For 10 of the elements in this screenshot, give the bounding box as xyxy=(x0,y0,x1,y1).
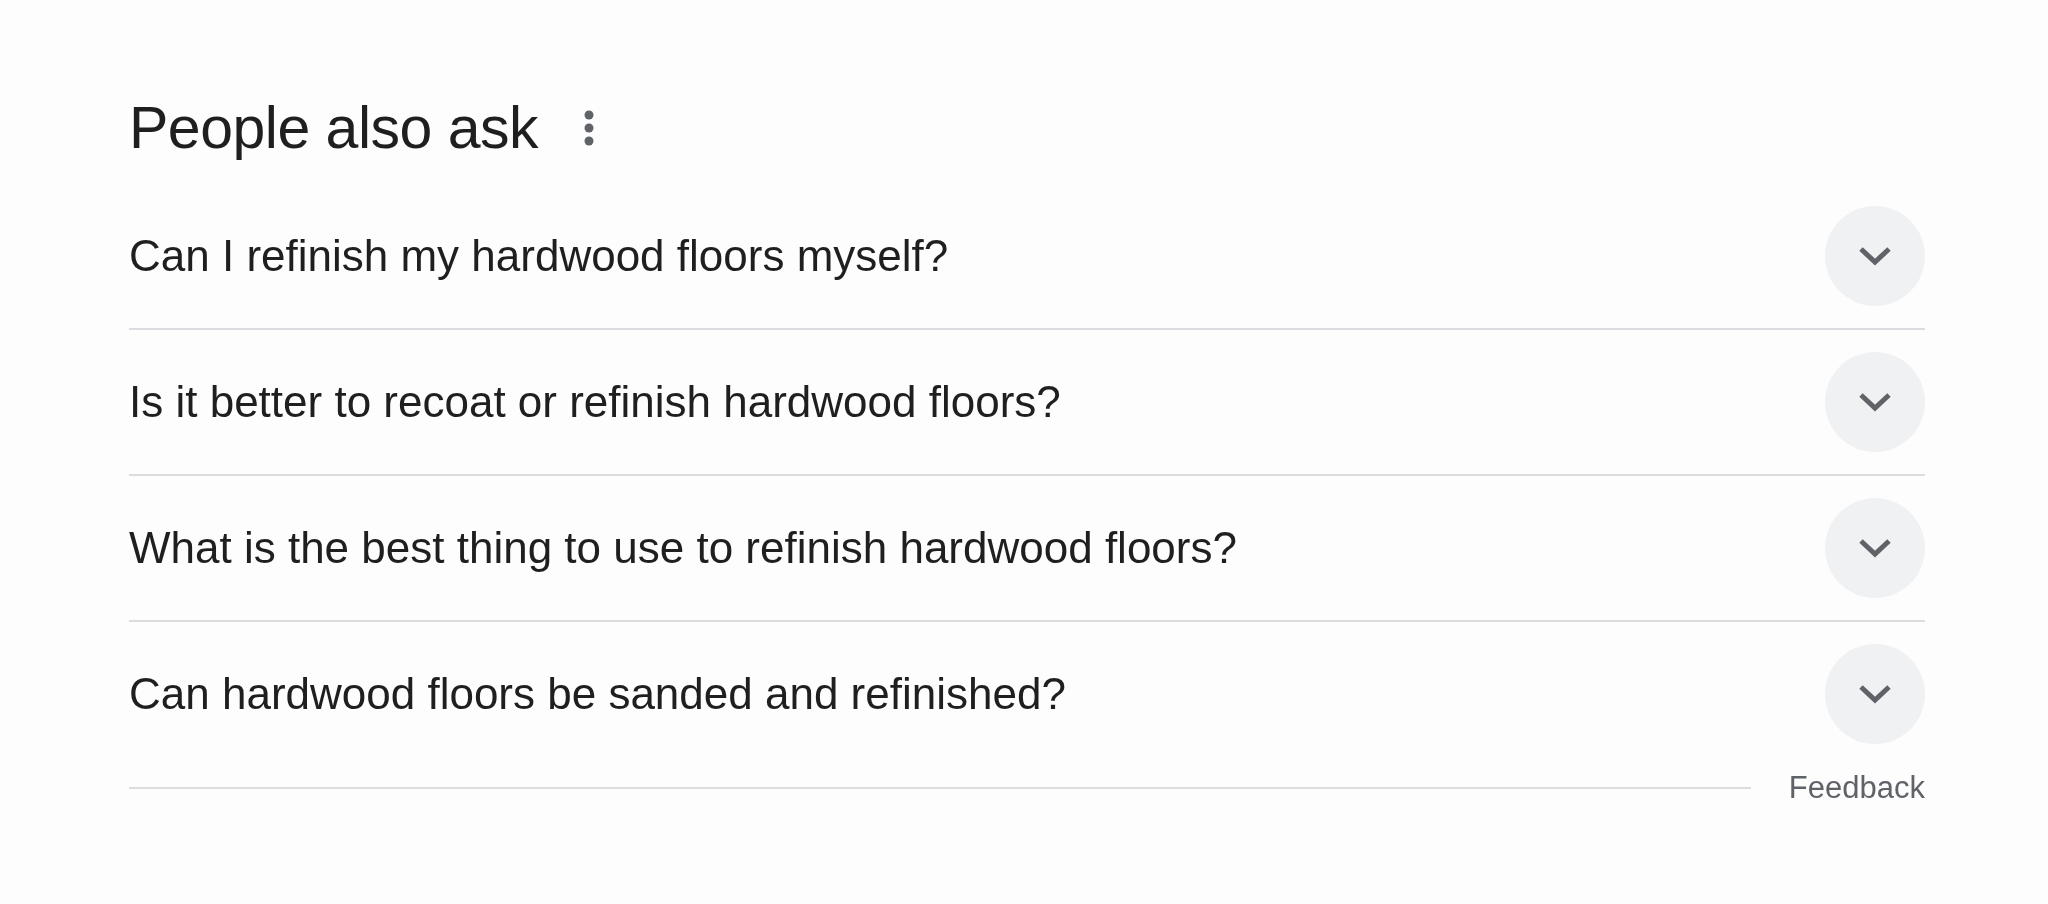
chevron-down-icon xyxy=(1858,246,1892,266)
question-text[interactable]: What is the best thing to use to refinish hardwood floors? xyxy=(129,523,1237,573)
section-heading: People also ask xyxy=(129,94,539,162)
chevron-down-icon xyxy=(1858,392,1892,412)
question-text[interactable]: Can hardwood floors be sanded and refinished? xyxy=(129,669,1066,719)
question-text[interactable]: Is it better to recoat or refinish hardwood floors? xyxy=(129,377,1061,427)
chevron-down-icon xyxy=(1858,538,1892,558)
chevron-down-icon xyxy=(1858,684,1892,704)
question-text[interactable]: Can I refinish my hardwood floors myself? xyxy=(129,231,949,281)
feedback-link[interactable]: Feedback xyxy=(1788,770,1925,806)
